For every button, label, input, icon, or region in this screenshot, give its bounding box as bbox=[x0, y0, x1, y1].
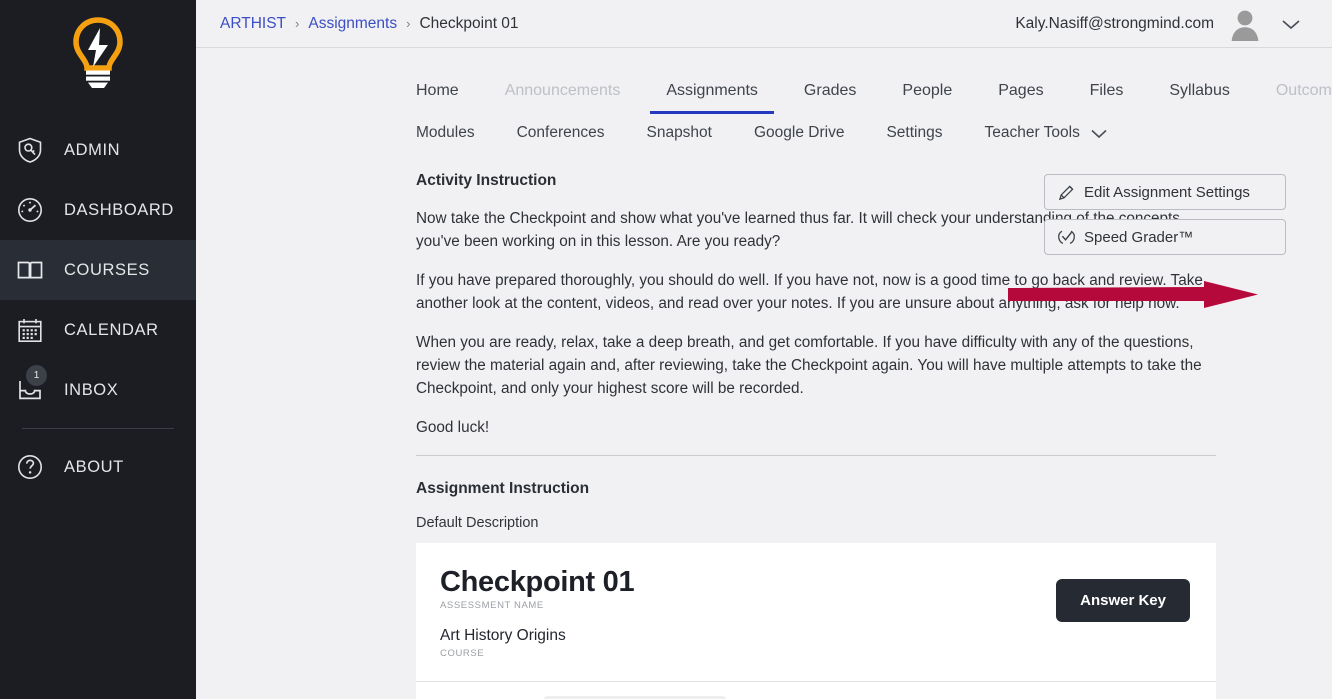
activity-paragraph: If you have prepared thoroughly, you sho… bbox=[416, 272, 1203, 312]
lightbulb-logo-icon bbox=[73, 17, 123, 88]
pencil-icon bbox=[1058, 185, 1074, 200]
breadcrumb-item-course[interactable]: ARTHIST bbox=[220, 15, 286, 33]
tab-modules[interactable]: Modules bbox=[416, 118, 475, 156]
top-bar: ARTHIST › Assignments › Checkpoint 01 Ka… bbox=[196, 0, 1332, 48]
inbox-icon: 1 bbox=[13, 365, 47, 407]
course-name: Art History Origins bbox=[440, 627, 566, 645]
sidebar-item-dashboard[interactable]: DASHBOARD bbox=[0, 180, 196, 240]
sidebar-item-calendar[interactable]: CALENDAR bbox=[0, 300, 196, 360]
course-nav-row-1: Home Announcements Assignments Grades Pe… bbox=[196, 76, 1332, 114]
assessment-name-caption: ASSESSMENT NAME bbox=[440, 600, 544, 612]
assessment-card-header: Checkpoint 01 ASSESSMENT NAME Art Histor… bbox=[416, 543, 1216, 683]
sidebar-item-label: DASHBOARD bbox=[64, 200, 174, 219]
speed-grader-button[interactable]: Speed Grader™ bbox=[1044, 219, 1286, 255]
question-circle-icon bbox=[13, 450, 47, 484]
tab-files[interactable]: Files bbox=[1090, 76, 1124, 114]
assessment-name: Checkpoint 01 bbox=[440, 566, 635, 598]
assignment-actions: Edit Assignment Settings Speed Grader™ bbox=[1044, 174, 1286, 255]
activity-paragraph: When you are ready, relax, take a deep b… bbox=[416, 334, 1202, 397]
inbox-badge: 1 bbox=[26, 365, 47, 386]
breadcrumb: ARTHIST › Assignments › Checkpoint 01 bbox=[220, 15, 519, 33]
tab-teacher-tools-label: Teacher Tools bbox=[984, 124, 1080, 141]
default-description-label: Default Description bbox=[416, 515, 539, 531]
avatar[interactable] bbox=[1228, 7, 1262, 41]
global-sidebar: ADMIN DASHBOARD COURSES CALENDAR 1 INBOX… bbox=[0, 0, 222, 699]
book-icon bbox=[13, 253, 47, 287]
speedometer-icon bbox=[13, 193, 47, 227]
sidebar-divider bbox=[22, 428, 174, 429]
assessment-card-titles: Checkpoint 01 ASSESSMENT NAME Art Histor… bbox=[440, 566, 1056, 660]
assessment-card: Checkpoint 01 ASSESSMENT NAME Art Histor… bbox=[416, 543, 1216, 699]
tab-outcomes[interactable]: Outcomes bbox=[1276, 76, 1332, 114]
user-menu-caret[interactable] bbox=[1276, 13, 1306, 35]
tab-grades[interactable]: Grades bbox=[804, 76, 856, 114]
activity-paragraph: Good luck! bbox=[416, 419, 490, 436]
tab-announcements[interactable]: Announcements bbox=[505, 76, 621, 114]
tab-assignments[interactable]: Assignments bbox=[650, 76, 774, 114]
user-email-label: Kaly.Nasiff@strongmind.com bbox=[1015, 14, 1214, 32]
sidebar-item-about[interactable]: ABOUT bbox=[0, 437, 196, 497]
breadcrumb-separator: › bbox=[406, 16, 411, 31]
attempt-filter-row: Showing Best Attempt results. bbox=[416, 682, 1216, 699]
sidebar-nav: ADMIN DASHBOARD COURSES CALENDAR 1 INBOX… bbox=[0, 120, 196, 497]
tab-people[interactable]: People bbox=[902, 76, 952, 114]
assignment-instruction-title: Assignment Instruction bbox=[416, 480, 590, 497]
sidebar-item-label: ADMIN bbox=[64, 140, 121, 159]
sidebar-item-admin[interactable]: ADMIN bbox=[0, 120, 196, 180]
edit-assignment-settings-button[interactable]: Edit Assignment Settings bbox=[1044, 174, 1286, 210]
speed-grader-label: Speed Grader™ bbox=[1084, 228, 1194, 246]
breadcrumb-item-assignments[interactable]: Assignments bbox=[308, 15, 397, 33]
shield-key-icon bbox=[13, 133, 47, 167]
course-nav-row-2: Modules Conferences Snapshot Google Driv… bbox=[196, 118, 1332, 156]
tab-pages[interactable]: Pages bbox=[998, 76, 1043, 114]
user-avatar-icon bbox=[1231, 10, 1259, 41]
tab-google-drive[interactable]: Google Drive bbox=[754, 118, 844, 156]
tab-home[interactable]: Home bbox=[416, 76, 459, 114]
course-caption: COURSE bbox=[440, 648, 485, 660]
chevron-down-icon bbox=[1091, 129, 1107, 138]
app-root: ADMIN DASHBOARD COURSES CALENDAR 1 INBOX… bbox=[0, 0, 1332, 699]
sidebar-item-label: INBOX bbox=[64, 380, 119, 399]
tab-snapshot[interactable]: Snapshot bbox=[646, 118, 712, 156]
answer-key-button[interactable]: Answer Key bbox=[1056, 579, 1190, 622]
tab-conferences[interactable]: Conferences bbox=[517, 118, 605, 156]
chevron-down-icon bbox=[1282, 19, 1300, 29]
sidebar-item-courses[interactable]: COURSES bbox=[0, 240, 196, 300]
check-circle-icon bbox=[1058, 230, 1075, 244]
sidebar-item-label: ABOUT bbox=[64, 457, 124, 476]
sidebar-item-inbox[interactable]: 1 INBOX bbox=[0, 360, 196, 420]
breadcrumb-item-current: Checkpoint 01 bbox=[419, 14, 519, 32]
tab-syllabus[interactable]: Syllabus bbox=[1169, 76, 1229, 114]
sidebar-item-label: COURSES bbox=[64, 260, 150, 279]
edit-assignment-settings-label: Edit Assignment Settings bbox=[1084, 183, 1250, 201]
assignment-content: Activity Instruction Now take the Checkp… bbox=[196, 156, 1332, 699]
tab-teacher-tools[interactable]: Teacher Tools bbox=[984, 118, 1108, 156]
calendar-icon bbox=[13, 313, 47, 347]
section-divider bbox=[416, 455, 1216, 456]
user-menu[interactable]: Kaly.Nasiff@strongmind.com bbox=[1015, 7, 1306, 41]
sidebar-item-label: CALENDAR bbox=[64, 320, 159, 339]
app-logo[interactable] bbox=[0, 0, 196, 108]
tab-settings[interactable]: Settings bbox=[886, 118, 942, 156]
main-region: ARTHIST › Assignments › Checkpoint 01 Ka… bbox=[196, 0, 1332, 699]
course-nav-tabs: Home Announcements Assignments Grades Pe… bbox=[196, 48, 1332, 156]
breadcrumb-separator: › bbox=[295, 16, 300, 31]
